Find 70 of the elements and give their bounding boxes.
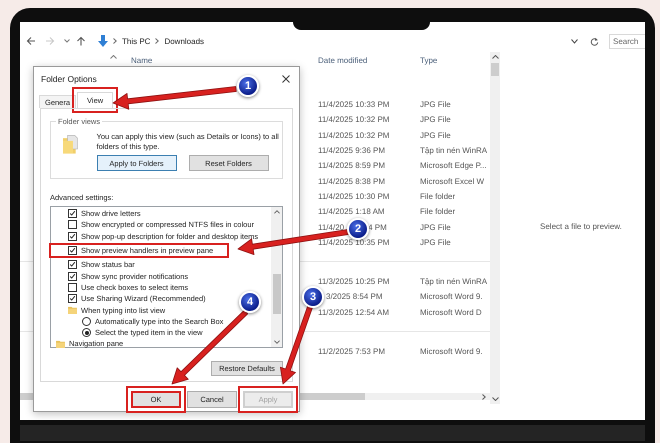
date-cell: 11/4/2025 9:36 PM — [318, 146, 386, 156]
vertical-scrollbar[interactable] — [271, 207, 282, 347]
chevron-down-icon[interactable] — [64, 39, 70, 43]
breadcrumb-item[interactable]: Downloads — [164, 36, 204, 46]
address-bar[interactable]: This PC Downloads — [95, 33, 584, 49]
back-arrow-icon[interactable] — [26, 36, 36, 46]
checkbox[interactable] — [68, 246, 77, 256]
date-cell: 11/4/2025 10:33 PM — [318, 100, 390, 110]
search-field[interactable]: Search — [609, 34, 645, 48]
scroll-up-icon[interactable] — [492, 55, 498, 59]
date-cell: 11/4/2025 10:35 PM — [318, 238, 390, 247]
date-cell: 11/4/2025 10:30 PM — [318, 192, 390, 201]
checkbox[interactable] — [68, 220, 77, 230]
download-arrow-icon — [98, 35, 108, 47]
type-cell-text: JPG File — [420, 115, 452, 124]
type-cell-text: Microsoft Excel W — [420, 176, 486, 186]
scrollbar-thumb[interactable] — [272, 274, 280, 314]
date-cell: 11/4/2025 8:38 PM — [318, 176, 386, 186]
dialog-title: Folder Options — [41, 74, 97, 84]
type-cell-text: Tập tin nén WinRA — [420, 277, 488, 286]
type-cell-text: JPG File — [420, 130, 452, 140]
refresh-icon[interactable] — [590, 36, 599, 46]
checkbox[interactable] — [68, 272, 77, 281]
folder-icon — [63, 135, 78, 154]
radio-button[interactable] — [82, 328, 91, 338]
column-header[interactable]: Date modified — [318, 56, 420, 64]
type-cell-text: Tập tin nén WinRA — [420, 146, 488, 156]
date-cell: 11/4/2025 10:32 PM — [318, 115, 390, 124]
chevron-down-icon[interactable] — [571, 38, 578, 44]
date-cell: 4 PM — [368, 222, 387, 232]
checkbox[interactable] — [68, 260, 77, 270]
radio-button[interactable] — [82, 316, 91, 326]
date-cell: 11/4/2025 10:32 PM — [318, 130, 390, 140]
breadcrumb-item[interactable]: This PC — [122, 36, 150, 46]
date-cell: 11/3/2025 12:54 AM — [318, 308, 390, 317]
checkbox[interactable] — [68, 282, 77, 292]
type-cell-text: Microsoft Edge P... — [420, 161, 488, 170]
up-arrow-icon[interactable] — [76, 36, 86, 46]
chevron-right-icon — [113, 38, 117, 44]
sort-caret-icon — [110, 55, 117, 59]
date-cell: 11/4/2025 8:59 PM — [318, 161, 386, 170]
scroll-down-icon[interactable] — [492, 397, 498, 401]
date-cell: 11/4/20 — [318, 222, 344, 232]
type-cell-text: File folder — [420, 207, 456, 216]
folder-icon — [56, 340, 65, 348]
scrollbar-thumb[interactable] — [491, 63, 499, 76]
date-cell: 3/2025 8:54 PM — [326, 292, 382, 302]
checkbox[interactable] — [68, 232, 77, 241]
checkbox[interactable] — [68, 209, 77, 218]
type-cell-text: Microsoft Word 9. — [420, 347, 484, 356]
type-cell-text: JPG File — [420, 238, 452, 247]
scroll-up-icon[interactable] — [274, 210, 280, 214]
date-cell: 11/4/2025 1:18 AM — [318, 207, 385, 216]
date-cell: 11/2/2025 7:53 PM — [318, 347, 386, 356]
vertical-scrollbar[interactable] — [490, 52, 500, 404]
column-header[interactable]: Name — [131, 56, 152, 64]
type-cell-text: Microsoft Word D — [420, 308, 483, 317]
type-cell-text: JPG File — [420, 222, 452, 232]
close-icon[interactable] — [282, 75, 290, 83]
type-cell-text: File folder — [420, 192, 456, 201]
date-cell: 11/3/2025 10:25 PM — [318, 277, 390, 286]
chevron-right-icon[interactable] — [482, 394, 486, 400]
type-cell-text: Microsoft Word 9. — [420, 292, 484, 302]
folder-icon — [68, 306, 77, 314]
type-cell-text: JPG File — [420, 100, 452, 110]
preview-message: Select a file to preview. — [540, 222, 622, 231]
chevron-right-icon — [155, 38, 160, 44]
scroll-down-icon[interactable] — [274, 340, 280, 344]
column-header[interactable]: Type — [420, 56, 490, 64]
checkbox[interactable] — [68, 294, 77, 304]
